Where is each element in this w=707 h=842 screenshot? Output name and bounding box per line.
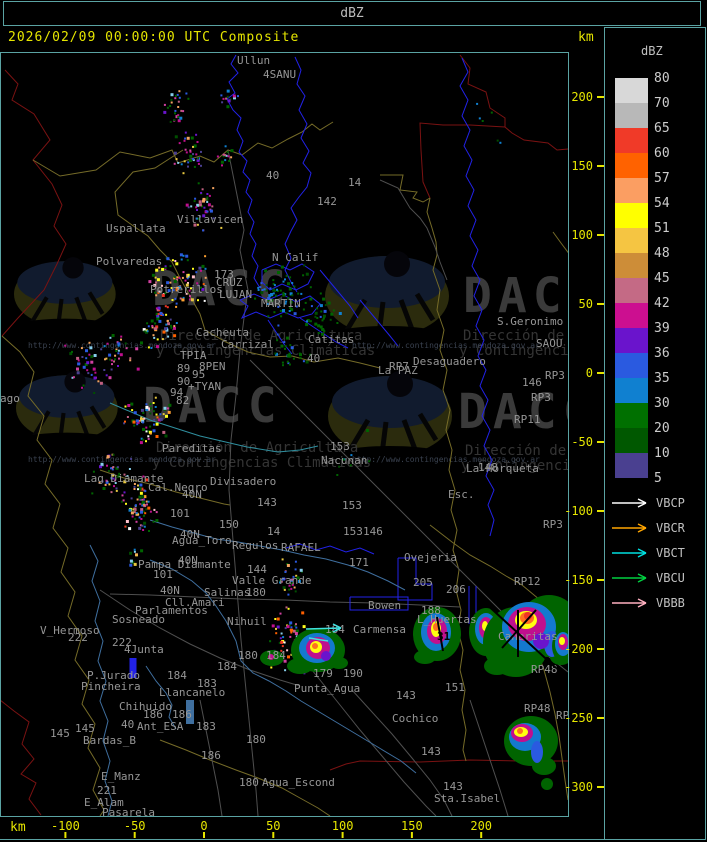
colorbar-swatch: [615, 453, 648, 478]
colorbar-swatch: [615, 78, 648, 103]
colorbar-swatch: [615, 153, 648, 178]
colorbar-swatch: [615, 128, 648, 153]
colorbar-label: 80: [654, 71, 670, 86]
colorbar-swatch: [615, 228, 648, 253]
timestamp-label: 2026/02/09 00:00:00 UTC Composite: [8, 30, 300, 45]
colorbar-label: 65: [654, 121, 670, 136]
right-axis-tick-label: 150: [571, 159, 593, 173]
colorbar-swatch: [615, 403, 648, 428]
colorbar-label: 57: [654, 171, 670, 186]
colorbar-swatch: [615, 428, 648, 453]
colorbar-swatch: [615, 303, 648, 328]
colorbar-label: 54: [654, 196, 670, 211]
colorbar-swatch: [615, 178, 648, 203]
colorbar-label: 35: [654, 371, 670, 386]
colorbar-swatch: [615, 278, 648, 303]
bottom-axis-tick-label: 0: [200, 819, 207, 833]
vector-legend-label: VBCT: [656, 546, 685, 560]
right-axis-tick-label: 200: [571, 90, 593, 104]
colorbar-swatch: [615, 328, 648, 353]
colorbar-label: 36: [654, 346, 670, 361]
vector-legend-row: VBBB: [612, 596, 685, 610]
colorbar-label: 60: [654, 146, 670, 161]
bottom-axis-tick-label: -100: [51, 819, 80, 833]
right-axis-tick-label: 100: [571, 228, 593, 242]
vector-legend-row: VBCR: [612, 521, 686, 535]
vector-legend-label: VBCR: [656, 521, 686, 535]
colorbar-swatch: [615, 353, 648, 378]
right-axis-tick-label: -50: [571, 435, 593, 449]
bottom-edge-line: [0, 839, 706, 840]
colorbar-label: 51: [654, 221, 670, 236]
colorbar-label: 30: [654, 396, 670, 411]
bottom-axis-unit-label: km: [10, 820, 26, 835]
radar-app-window: dBZ 2026/02/09 00:00:00 UTC Composite km…: [0, 0, 707, 842]
colorbar-label: 70: [654, 96, 670, 111]
colorbar-label: 45: [654, 271, 670, 286]
right-edge-line: [705, 27, 706, 840]
vector-legend-label: VBCP: [656, 496, 685, 510]
title-bar-label: dBZ: [340, 6, 364, 21]
dbz-colorbar: 80 70 65 60 57 54 51 48 45 42 39 36 35 30 20 10 5: [615, 71, 670, 486]
panel-divider-line: [604, 27, 605, 840]
right-axis-tick-label: 0: [586, 366, 593, 380]
bottom-axis-tick-label: 150: [401, 819, 423, 833]
colorbar-label: 48: [654, 246, 670, 261]
colorbar-label: 20: [654, 421, 670, 436]
radar-map-viewport[interactable]: [0, 52, 569, 817]
vector-legend-label: VBCU: [656, 571, 685, 585]
colorbar-label: 5: [654, 471, 662, 486]
colorbar-swatch: [615, 103, 648, 128]
vector-legend-row: VBCP: [612, 496, 685, 510]
colorbar-label: 39: [654, 321, 670, 336]
vector-legend-row: VBCU: [612, 571, 685, 585]
vector-legend-row: VBCT: [612, 546, 685, 560]
title-bar: dBZ: [3, 1, 701, 26]
panel-top-line: [604, 27, 706, 28]
right-axis-tick-label: 50: [579, 297, 593, 311]
bottom-axis-tick-label: -50: [124, 819, 146, 833]
colorbar-title: dBZ: [641, 44, 663, 58]
bottom-axis-tick-label: 200: [470, 819, 492, 833]
colorbar-swatch: [615, 203, 648, 228]
colorbar-label: 42: [654, 296, 670, 311]
bottom-axis-tick-label: 50: [266, 819, 280, 833]
header-unit-label: km: [578, 30, 594, 45]
colorbar-swatch: [615, 253, 648, 278]
colorbar-swatch: [615, 378, 648, 403]
bottom-axis-tick-label: 100: [332, 819, 354, 833]
vector-legend-label: VBBB: [656, 596, 685, 610]
colorbar-label: 10: [654, 446, 670, 461]
